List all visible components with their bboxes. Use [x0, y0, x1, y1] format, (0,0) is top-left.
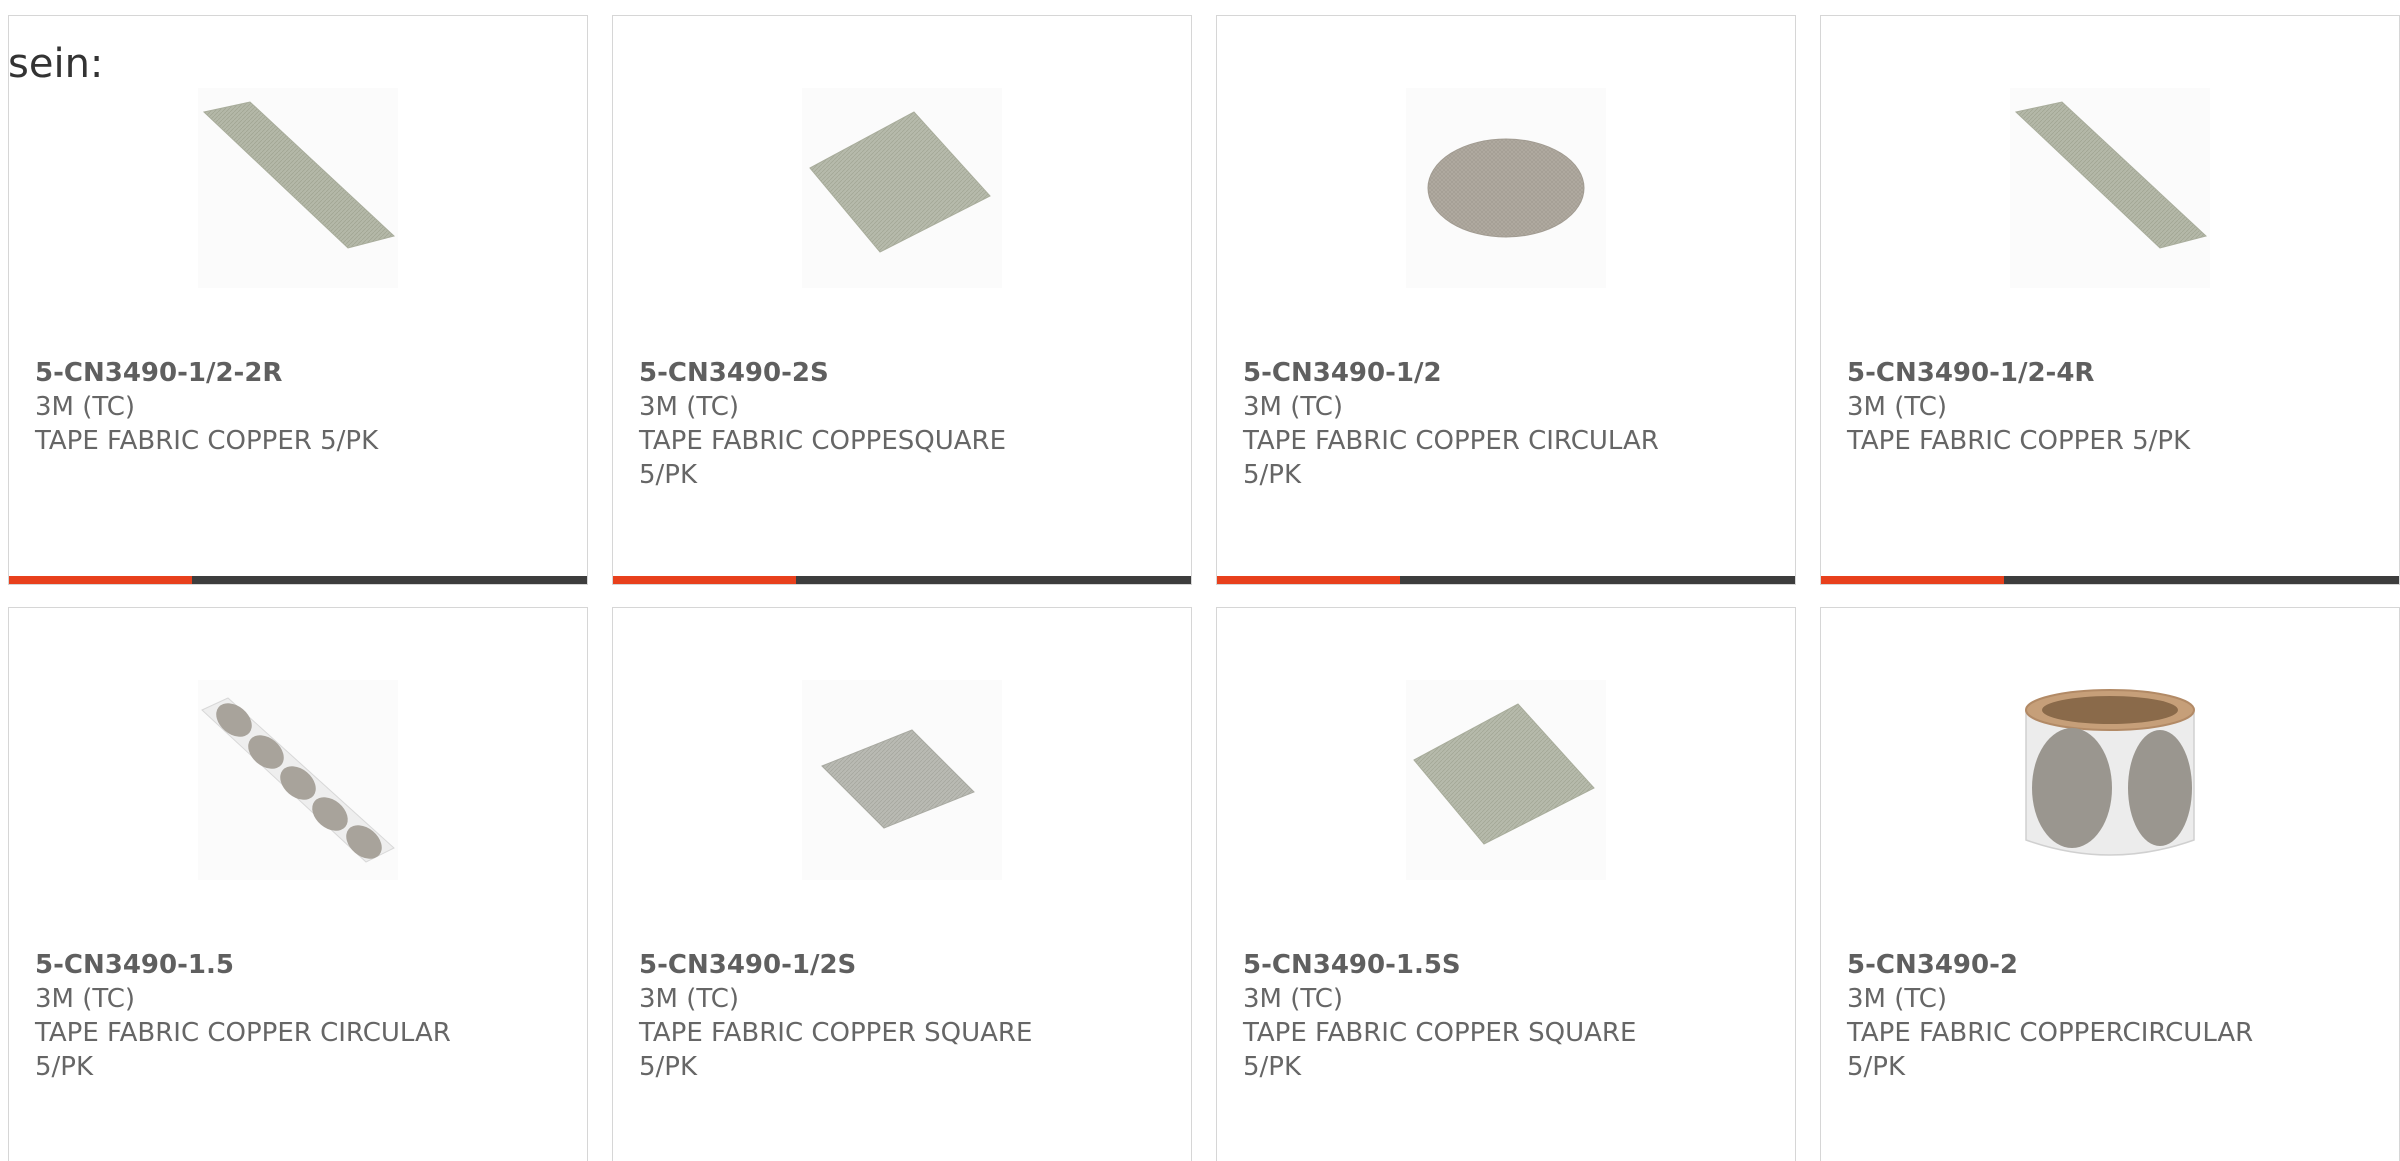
product-card[interactable]: 5-CN3490-2S 3M (TC) TAPE FABRIC COPPESQUAR…	[612, 15, 1192, 585]
product-card[interactable]: 5-CN3490-1/2-4R 3M (TC) TAPE FABRIC COPPER…	[1820, 15, 2400, 585]
product-info: 5-CN3490-1.5 3M (TC) TAPE FABRIC COPPER CI…	[35, 948, 565, 1084]
product-image[interactable]	[2010, 88, 2210, 288]
product-image[interactable]	[1406, 680, 1606, 880]
part-number-link[interactable]: 5-CN3490-1/2	[1243, 356, 1773, 390]
product-image[interactable]	[1406, 88, 1606, 288]
product-image[interactable]	[198, 680, 398, 880]
product-description: TAPE FABRIC COPPER CIRCULAR 5/PK	[1243, 426, 1659, 490]
product-card[interactable]: 5-CN3490-1/2S 3M (TC) TAPE FABRIC COPPER S…	[612, 607, 1192, 1161]
card-footer-accent	[1217, 576, 1400, 584]
product-description: TAPE FABRIC COPPER 5/PK	[35, 426, 379, 456]
product-image[interactable]	[2010, 680, 2210, 880]
product-info: 5-CN3490-2S 3M (TC) TAPE FABRIC COPPESQUAR…	[639, 356, 1169, 492]
product-info: 5-CN3490-1/2 3M (TC) TAPE FABRIC COPPER CI…	[1243, 356, 1773, 492]
part-number-link[interactable]: 5-CN3490-2	[1847, 948, 2377, 982]
card-footer-bar	[1217, 576, 1795, 584]
product-card[interactable]: 5-CN3490-1/2 3M (TC) TAPE FABRIC COPPER CI…	[1216, 15, 1796, 585]
product-image[interactable]	[802, 88, 1002, 288]
manufacturer: 3M (TC)	[1847, 392, 1948, 422]
product-description: TAPE FABRIC COPPER SQUARE 5/PK	[1243, 1018, 1637, 1082]
product-description: TAPE FABRIC COPPER 5/PK	[1847, 426, 2191, 456]
part-number-link[interactable]: 5-CN3490-1/2-2R	[35, 356, 565, 390]
product-image[interactable]	[198, 88, 398, 288]
manufacturer: 3M (TC)	[1243, 392, 1344, 422]
product-description: TAPE FABRIC COPPESQUARE 5/PK	[639, 426, 1007, 490]
product-image[interactable]	[802, 680, 1002, 880]
part-number-link[interactable]: 5-CN3490-1/2-4R	[1847, 356, 2377, 390]
manufacturer: 3M (TC)	[1243, 984, 1344, 1014]
manufacturer: 3M (TC)	[639, 984, 740, 1014]
card-footer-accent	[1821, 576, 2004, 584]
product-info: 5-CN3490-1/2-4R 3M (TC) TAPE FABRIC COPPER…	[1847, 356, 2377, 458]
part-number-link[interactable]: 5-CN3490-1/2S	[639, 948, 1169, 982]
manufacturer: 3M (TC)	[1847, 984, 1948, 1014]
card-footer-accent	[9, 576, 192, 584]
card-footer-bar	[1821, 576, 2399, 584]
part-number-link[interactable]: 5-CN3490-2S	[639, 356, 1169, 390]
product-info: 5-CN3490-1.5S 3M (TC) TAPE FABRIC COPPER S…	[1243, 948, 1773, 1084]
product-card[interactable]: 5-CN3490-1/2-2R 3M (TC) TAPE FABRIC COPPER…	[8, 15, 588, 585]
manufacturer: 3M (TC)	[35, 392, 136, 422]
product-card[interactable]: 5-CN3490-1.5S 3M (TC) TAPE FABRIC COPPER S…	[1216, 607, 1796, 1161]
page: sein: 5-CN3490-1/2-2R 3M (TC) TAPE FABRIC …	[0, 0, 2400, 1161]
manufacturer: 3M (TC)	[35, 984, 136, 1014]
product-card[interactable]: 5-CN3490-1.5 3M (TC) TAPE FABRIC COPPER CI…	[8, 607, 588, 1161]
product-card[interactable]: 5-CN3490-2 3M (TC) TAPE FABRIC COPPERCIRCU…	[1820, 607, 2400, 1161]
product-grid: 5-CN3490-1/2-2R 3M (TC) TAPE FABRIC COPPER…	[8, 15, 2400, 1161]
card-footer-bar	[9, 576, 587, 584]
part-number-link[interactable]: 5-CN3490-1.5S	[1243, 948, 1773, 982]
product-info: 5-CN3490-1/2-2R 3M (TC) TAPE FABRIC COPPER…	[35, 356, 565, 458]
manufacturer: 3M (TC)	[639, 392, 740, 422]
product-info: 5-CN3490-2 3M (TC) TAPE FABRIC COPPERCIRCU…	[1847, 948, 2377, 1084]
part-number-link[interactable]: 5-CN3490-1.5	[35, 948, 565, 982]
intro-text: sein:	[8, 41, 104, 87]
product-description: TAPE FABRIC COPPER SQUARE 5/PK	[639, 1018, 1033, 1082]
card-footer-accent	[613, 576, 796, 584]
product-description: TAPE FABRIC COPPER CIRCULAR 5/PK	[35, 1018, 451, 1082]
card-footer-bar	[613, 576, 1191, 584]
product-description: TAPE FABRIC COPPERCIRCULAR 5/PK	[1847, 1018, 2254, 1082]
product-info: 5-CN3490-1/2S 3M (TC) TAPE FABRIC COPPER S…	[639, 948, 1169, 1084]
